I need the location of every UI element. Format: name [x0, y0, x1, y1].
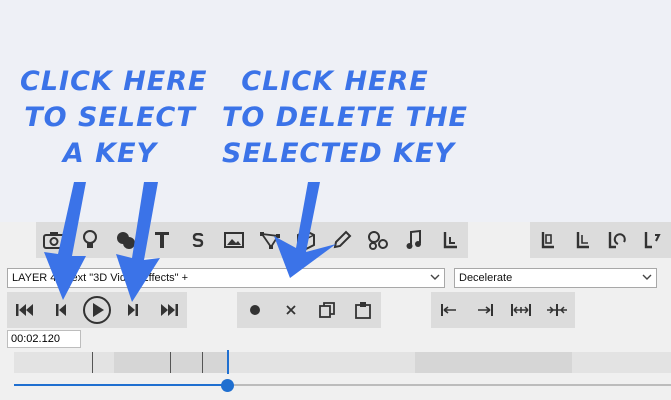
timeline-slider-knob[interactable] [221, 379, 234, 392]
path-icon[interactable] [252, 222, 288, 258]
timeline-slider-fill [14, 384, 228, 386]
delete-key-callout: CLICK HERE TO DELETE THE SELECTED KEY [222, 64, 468, 172]
align-tools [431, 292, 575, 328]
collapse-icon[interactable] [539, 292, 575, 328]
previous-key-icon[interactable] [43, 292, 79, 328]
image-icon[interactable] [216, 222, 252, 258]
text-icon[interactable] [144, 222, 180, 258]
pen-icon[interactable] [324, 222, 360, 258]
skip-to-start-icon[interactable] [7, 292, 43, 328]
play-icon[interactable] [79, 292, 115, 328]
easing-select[interactable]: Decelerate [454, 268, 657, 288]
object-toolbar [36, 222, 468, 258]
key-tools [237, 292, 381, 328]
align-right-icon[interactable] [467, 292, 503, 328]
layout-corner-b-icon[interactable] [565, 222, 600, 258]
next-key-icon[interactable] [115, 292, 151, 328]
keyframe-marker[interactable] [170, 352, 171, 373]
easing-select-value: Decelerate [459, 272, 513, 284]
layout-corner-c-icon[interactable] [601, 222, 636, 258]
chevron-down-icon [642, 274, 652, 280]
light-bulb-icon[interactable] [72, 222, 108, 258]
time-field[interactable]: 00:02.120 [7, 330, 81, 348]
callout-line: CLICK HERE [241, 66, 429, 97]
layer-select-value: LAYER 4 - Text "3D Video Effects" + [12, 272, 189, 284]
camera-icon[interactable] [36, 222, 72, 258]
corner-icon[interactable] [432, 222, 468, 258]
layout-toolbar [530, 222, 671, 258]
add-key-icon[interactable] [237, 292, 273, 328]
chevron-down-icon [430, 274, 440, 280]
cube-icon[interactable] [288, 222, 324, 258]
callout-line: SELECTED KEY [222, 138, 455, 169]
shapes-icon[interactable] [360, 222, 396, 258]
keyframe-marker[interactable] [202, 352, 203, 373]
keyframe-marker[interactable] [92, 352, 93, 373]
spread-icon[interactable] [503, 292, 539, 328]
callout-line: TO DELETE THE [222, 102, 468, 133]
paint-icon[interactable] [108, 222, 144, 258]
track-segment [114, 352, 229, 373]
copy-key-icon[interactable] [309, 292, 345, 328]
music-icon[interactable] [396, 222, 432, 258]
timeline-track[interactable] [14, 352, 671, 373]
callout-line: TO SELECT [24, 102, 196, 133]
callout-line: A KEY [62, 138, 158, 169]
layout-corner-d-icon[interactable] [636, 222, 671, 258]
delete-key-icon[interactable] [273, 292, 309, 328]
playhead[interactable] [227, 350, 229, 374]
select-key-callout: CLICK HERE TO SELECT A KEY [20, 64, 208, 172]
track-segment [415, 352, 572, 373]
skip-to-end-icon[interactable] [151, 292, 187, 328]
layout-corner-a-icon[interactable] [530, 222, 565, 258]
transport-controls [7, 292, 187, 328]
paste-key-icon[interactable] [345, 292, 381, 328]
layer-select[interactable]: LAYER 4 - Text "3D Video Effects" + [7, 268, 445, 288]
callout-line: CLICK HERE [20, 66, 208, 97]
align-left-icon[interactable] [431, 292, 467, 328]
s-icon[interactable] [180, 222, 216, 258]
